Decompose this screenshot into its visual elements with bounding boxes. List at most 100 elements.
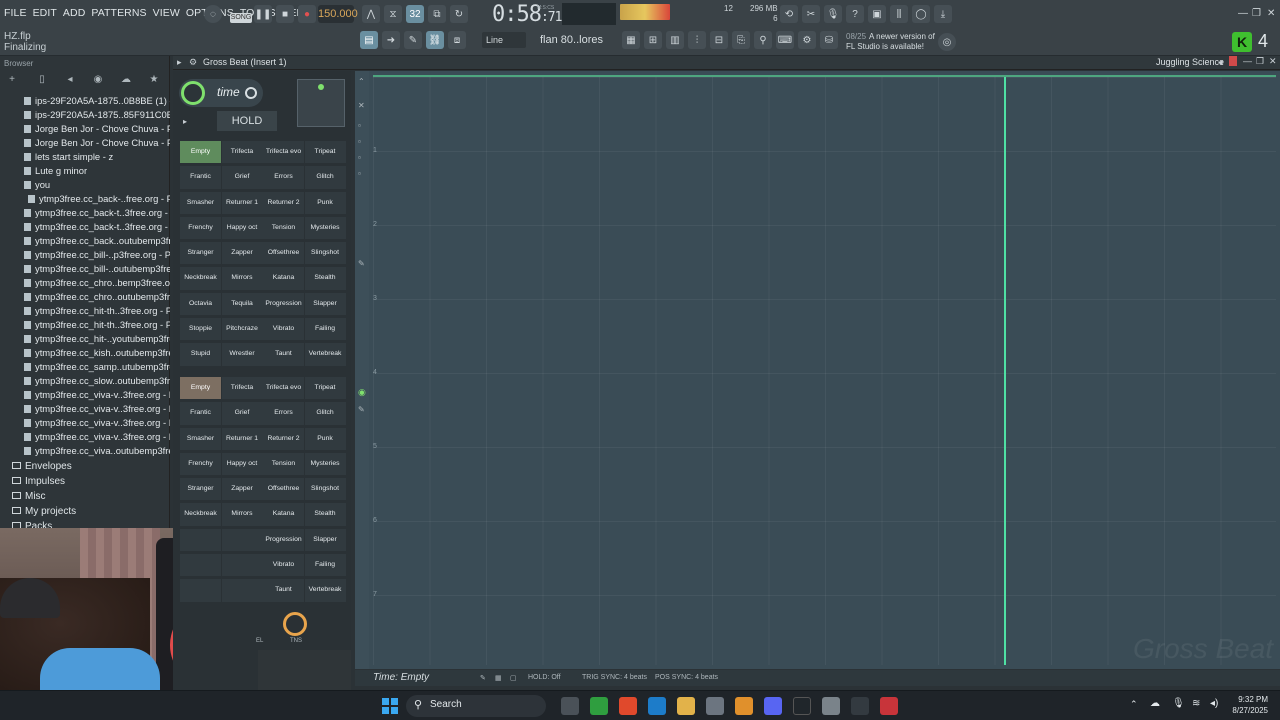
preset-slot[interactable]: Empty bbox=[180, 377, 221, 400]
preset-slot[interactable]: Stupid bbox=[180, 343, 221, 366]
download-icon[interactable]: ⤓ bbox=[934, 5, 952, 23]
task-view-icon[interactable] bbox=[561, 697, 579, 715]
browser-file-item[interactable]: ytmp3free.cc_viva-v..3free.org - Part_1 bbox=[0, 388, 170, 402]
browser-folder-item[interactable]: Impulses bbox=[0, 474, 170, 489]
preset-slot[interactable]: Mysteries bbox=[304, 216, 346, 240]
menu-add[interactable]: ADD bbox=[63, 7, 85, 19]
plugin-picker-icon[interactable]: ⚲ bbox=[754, 31, 772, 49]
news-refresh-icon[interactable]: ◎ bbox=[938, 33, 956, 51]
clock-date[interactable]: 8/27/2025 bbox=[1228, 706, 1268, 715]
preset-slot[interactable]: Taunt bbox=[263, 579, 304, 602]
plugin-gear-icon[interactable]: ⚙ bbox=[189, 57, 197, 68]
preset-slot[interactable]: Punk bbox=[304, 427, 346, 450]
fl-studio-icon[interactable] bbox=[735, 697, 753, 715]
preset-slot[interactable]: Pitchcraze bbox=[221, 318, 263, 341]
preset-slot[interactable]: Returner 1 bbox=[221, 191, 263, 214]
browser-star-icon[interactable]: ★ bbox=[146, 74, 162, 88]
preset-slot[interactable]: Katana bbox=[263, 267, 304, 290]
tempo-display[interactable]: 150.000 bbox=[318, 5, 358, 23]
playlist-icon[interactable]: ▦ bbox=[622, 31, 640, 49]
metronome-icon[interactable]: ⋀ bbox=[362, 5, 380, 23]
preset-slot[interactable]: Wrestler bbox=[221, 343, 263, 366]
obs-icon[interactable] bbox=[851, 697, 869, 715]
chat-icon[interactable]: ◯ bbox=[912, 5, 930, 23]
browser-file-item[interactable]: ytmp3free.cc_samp..utubemp3free.org bbox=[0, 360, 170, 374]
preset-slot[interactable]: Frenchy bbox=[180, 452, 221, 476]
preset-slot[interactable]: Glitch bbox=[304, 166, 346, 189]
wait-input-icon[interactable]: ⧖ bbox=[384, 5, 402, 23]
preset-slot[interactable]: Tension bbox=[263, 452, 304, 476]
app-icon[interactable] bbox=[793, 697, 811, 715]
tool-point-icon[interactable]: ▫ bbox=[358, 121, 361, 130]
browser-cloud-icon[interactable]: ☁ bbox=[118, 74, 134, 88]
browser-add-icon[interactable]: + bbox=[4, 74, 20, 88]
preset-slot[interactable]: Taunt bbox=[263, 343, 304, 366]
envelope-editor[interactable]: 1 2 3 4 5 6 7 Gross Beat bbox=[355, 71, 1280, 669]
touch-keyboard-icon[interactable]: ⌨ bbox=[776, 31, 794, 49]
tool-point-icon[interactable]: ▫ bbox=[358, 137, 361, 146]
preset-slot[interactable]: Stealth bbox=[304, 267, 346, 290]
preset-slot[interactable]: Frantic bbox=[180, 166, 221, 189]
tool-snap-icon[interactable]: ◉ bbox=[358, 387, 366, 398]
browser-file-item[interactable]: ytmp3free.cc_chro..outubemp3free.org bbox=[0, 290, 170, 304]
hold-status[interactable]: HOLD: Off bbox=[528, 674, 561, 681]
preset-slot[interactable]: Stranger bbox=[180, 242, 221, 265]
pencil-icon[interactable]: ✎ bbox=[404, 31, 422, 49]
preset-slot[interactable] bbox=[180, 579, 221, 602]
browser-plugin-icon[interactable]: ◉ bbox=[90, 74, 106, 88]
tool-pencil-icon[interactable]: ✎ bbox=[358, 259, 365, 268]
tray-chevron-icon[interactable]: ⌃ bbox=[1130, 699, 1138, 710]
browser-folder-item[interactable]: Misc bbox=[0, 489, 170, 504]
preset-slot[interactable]: Trifecta evo bbox=[263, 141, 304, 164]
microphone-icon[interactable]: 🎙 bbox=[824, 5, 842, 23]
time-power-icon[interactable] bbox=[245, 87, 257, 99]
status-lock-icon[interactable]: ▢ bbox=[510, 674, 517, 682]
browser-file-item[interactable]: ytmp3free.cc_viva-v..3free.org - Part_4 bbox=[0, 430, 170, 444]
xbox-icon[interactable] bbox=[590, 697, 608, 715]
preset-slot[interactable]: Tequila bbox=[221, 292, 263, 316]
preset-slot[interactable]: Neckbreak bbox=[180, 503, 221, 526]
tool-arrow-icon[interactable]: ⌃ bbox=[358, 77, 365, 86]
preset-slot[interactable]: Vertebreak bbox=[304, 579, 346, 602]
preset-slot[interactable]: Happy oct bbox=[221, 216, 263, 240]
trig-sync-dropdown[interactable]: TRIG SYNC: 4 beats bbox=[582, 674, 647, 681]
preset-prev-icon[interactable]: ◂ bbox=[1218, 57, 1223, 68]
browser-file-item[interactable]: ytmp3free.cc_viva..outubemp3free.org bbox=[0, 444, 170, 458]
preset-slot[interactable] bbox=[221, 554, 263, 577]
preset-slot[interactable]: Trifecta bbox=[221, 141, 263, 164]
preset-slot[interactable]: Glitch bbox=[304, 402, 346, 425]
status-grid-icon[interactable]: ▦ bbox=[495, 674, 502, 682]
song-mode-toggle[interactable]: SONG bbox=[230, 13, 252, 23]
preset-slot[interactable]: Zapper bbox=[221, 478, 263, 501]
time-mix-knob[interactable] bbox=[181, 81, 205, 105]
record-button[interactable]: ● bbox=[298, 5, 316, 23]
edge-icon[interactable] bbox=[648, 697, 666, 715]
menu-edit[interactable]: EDIT bbox=[33, 7, 57, 19]
preset-slot[interactable]: Slingshot bbox=[304, 242, 346, 265]
window-close-icon[interactable]: ✕ bbox=[1267, 8, 1275, 19]
discord-icon[interactable] bbox=[764, 697, 782, 715]
browser-file-item[interactable]: Jorge Ben Jor - Chove Chuva - Part_2 bbox=[0, 136, 170, 150]
browser-file-item[interactable]: ytmp3free.cc_kish..outubemp3free.org bbox=[0, 346, 170, 360]
blend-notes-icon[interactable]: ⧉ bbox=[428, 5, 446, 23]
preset-slot[interactable]: Happy oct bbox=[221, 452, 263, 476]
preset-slot[interactable]: Trifecta evo bbox=[263, 377, 304, 400]
browser-file-item[interactable]: ytmp3free.cc_back-t..3free.org - Part_3 bbox=[0, 220, 170, 234]
browser-file-item[interactable]: ytmp3free.cc_bill-..p3free.org - Part_1 bbox=[0, 248, 170, 262]
preset-slot[interactable]: Frantic bbox=[180, 402, 221, 425]
preset-slot[interactable]: Neckbreak bbox=[180, 267, 221, 290]
preset-slot[interactable]: Progression bbox=[263, 528, 304, 552]
preset-slot[interactable]: Trifecta bbox=[221, 377, 263, 400]
brave-icon[interactable] bbox=[619, 697, 637, 715]
snap-dropdown[interactable]: Line bbox=[482, 32, 526, 48]
preset-slot[interactable]: Returner 2 bbox=[263, 427, 304, 450]
preset-slot[interactable]: Empty bbox=[180, 141, 221, 164]
play-button[interactable]: ❚❚ bbox=[254, 5, 272, 23]
time-mode-toggle[interactable]: time bbox=[179, 79, 263, 107]
browser-file-item[interactable]: ips-29F20A5A-1875..0B8BE (1) - Part_1 bbox=[0, 94, 170, 108]
plugin-window-header[interactable]: ▸ ⚙ Gross Beat (Insert 1) Juggling Scien… bbox=[173, 56, 1280, 70]
hold-button[interactable]: HOLD bbox=[217, 111, 277, 131]
preset-slot[interactable]: Smasher bbox=[180, 427, 221, 450]
recorder-icon[interactable] bbox=[880, 697, 898, 715]
preset-slot[interactable]: Mysteries bbox=[304, 452, 346, 476]
